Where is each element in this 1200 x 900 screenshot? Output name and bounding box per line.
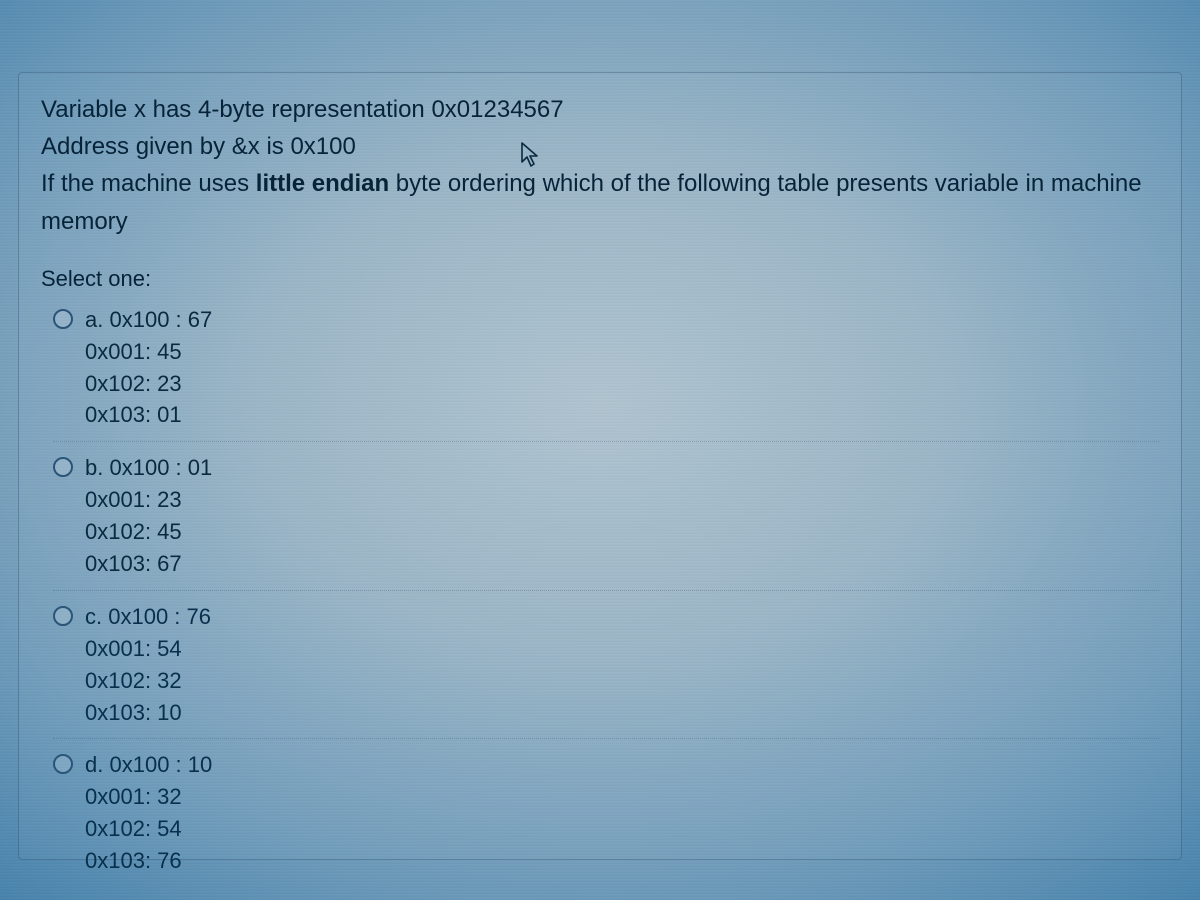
stem-line-3-bold: little endian [256,170,389,197]
stem-line-3-pre: If the machine uses [41,170,256,197]
option-b-row-3: 0x103: 67 [85,548,212,580]
option-c-row-1: 0x001: 54 [85,633,211,665]
stem-line-2: Address given by &x is 0x100 [41,128,1159,165]
option-d-row-2: 0x102: 54 [85,813,212,845]
option-b-row-1: 0x001: 23 [85,484,212,516]
option-d-row-3: 0x103: 76 [85,845,212,877]
select-one-label: Select one: [41,266,1159,292]
option-d-body: d. 0x100 : 10 0x001: 32 0x102: 54 0x103:… [85,749,212,877]
option-d-row-1: 0x001: 32 [85,781,212,813]
option-a-row-1: 0x001: 45 [85,336,212,368]
stem-line-2-value: 0x100 [290,133,355,160]
option-c-letter: c. [85,604,102,629]
radio-a[interactable] [53,309,73,329]
option-b-body: b. 0x100 : 01 0x001: 23 0x102: 45 0x103:… [85,452,212,580]
stem-line-1-value: 0x01234567 [431,96,563,123]
option-a-letter: a. [85,307,103,332]
option-b-row-2: 0x102: 45 [85,516,212,548]
option-b[interactable]: b. 0x100 : 01 0x001: 23 0x102: 45 0x103:… [53,441,1159,590]
option-c-row-3: 0x103: 10 [85,697,211,729]
stem-line-1: Variable x has 4-byte representation 0x0… [41,91,1159,128]
option-b-row-0: 0x100 : 01 [109,455,212,480]
option-c-body: c. 0x100 : 76 0x001: 54 0x102: 32 0x103:… [85,601,211,729]
option-a-row-0: 0x100 : 67 [109,307,212,332]
option-c[interactable]: c. 0x100 : 76 0x001: 54 0x102: 32 0x103:… [53,590,1159,739]
option-c-row-0: 0x100 : 76 [108,604,211,629]
option-d-row-0: 0x100 : 10 [109,752,212,777]
stem-line-3: If the machine uses little endian byte o… [41,165,1159,239]
radio-c[interactable] [53,606,73,626]
stem-line-2-pre: Address given by &x is [41,133,290,160]
option-c-row-2: 0x102: 32 [85,665,211,697]
option-a-body: a. 0x100 : 67 0x001: 45 0x102: 23 0x103:… [85,304,212,432]
radio-d[interactable] [53,754,73,774]
option-a-row-3: 0x103: 01 [85,399,212,431]
question-stem: Variable x has 4-byte representation 0x0… [41,91,1159,240]
radio-b[interactable] [53,457,73,477]
options-list: a. 0x100 : 67 0x001: 45 0x102: 23 0x103:… [53,300,1159,887]
question-frame: Variable x has 4-byte representation 0x0… [18,72,1182,860]
option-d-letter: d. [85,752,103,777]
option-a[interactable]: a. 0x100 : 67 0x001: 45 0x102: 23 0x103:… [53,300,1159,442]
option-a-row-2: 0x102: 23 [85,368,212,400]
stem-line-1-pre: Variable x has 4-byte representation [41,96,431,123]
option-d[interactable]: d. 0x100 : 10 0x001: 32 0x102: 54 0x103:… [53,738,1159,887]
option-b-letter: b. [85,455,103,480]
